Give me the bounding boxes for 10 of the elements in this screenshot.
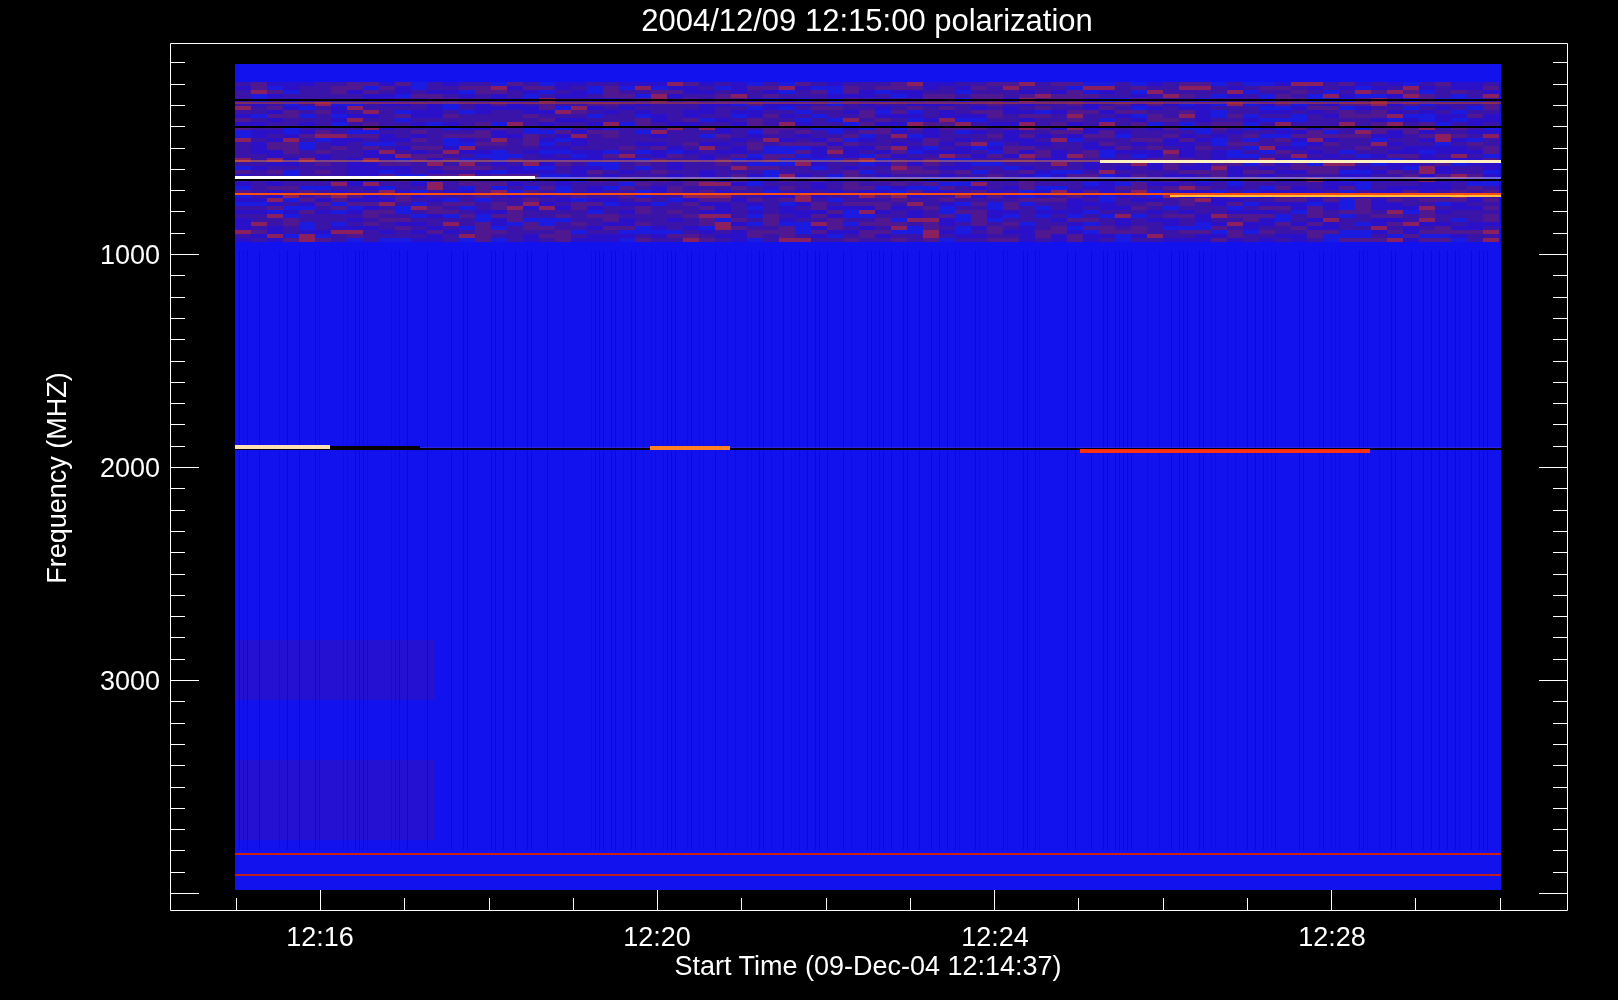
y-tick-label: 1000 (99, 240, 160, 270)
x-tick-label: 12:20 (623, 922, 691, 952)
chart-title: 2004/12/09 12:15:00 polarization (641, 3, 1093, 38)
x-tick-label: 12:16 (286, 922, 354, 952)
x-tick-label: 12:28 (1298, 922, 1366, 952)
x-axis-label: Start Time (09-Dec-04 12:14:37) (674, 951, 1062, 981)
x-tick-label: 12:24 (961, 922, 1029, 952)
y-tick-label: 2000 (99, 453, 160, 483)
y-axis-label: Frequency (MHZ) (42, 372, 72, 584)
y-tick-label: 3000 (99, 666, 160, 696)
